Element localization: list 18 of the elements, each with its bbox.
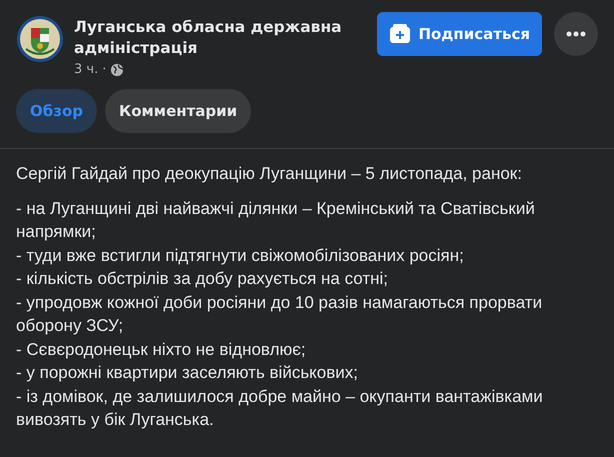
- post-list-item: - у порожні квартири заселяють військових;: [16, 362, 360, 384]
- follow-button[interactable]: Подписаться: [377, 12, 542, 56]
- post-intro: Сергій Гайдай про деокупацію Луганщини – 5 листопада, ранок:: [16, 163, 523, 185]
- more-icon: [566, 31, 586, 37]
- post-list-item: - із домівок, де залишилося добре майно – окупанти вантажівками вивозять у бік Луганська.: [16, 386, 544, 431]
- post-list-item: - туди вже встигли підтягнути свіжомобілізованих росіян;: [16, 244, 465, 266]
- post-time[interactable]: 3 ч.: [74, 62, 98, 77]
- post-list-item: - кількість обстрілів за добу рахується на сотні;: [16, 268, 390, 290]
- more-button[interactable]: [554, 12, 598, 56]
- post-list-item: - Сєвєродонецьк ніхто не відновлює;: [16, 338, 307, 360]
- separator-dot: ·: [102, 62, 106, 77]
- globe-icon: [110, 62, 124, 76]
- page-name[interactable]: Луганська обласна державна адміністрація: [74, 17, 354, 59]
- coat-of-arms-avatar[interactable]: [16, 15, 64, 63]
- tab[interactable]: Комментарии: [104, 89, 252, 133]
- post-list-item: - на Луганщині дві найважчі ділянки – Кремінський та Сватівський напрямки;: [16, 198, 536, 243]
- follow-icon: [389, 24, 412, 44]
- post-list-item: - упродовж кожної доби росіяни до 10 разів намагаються прорвати оборону ЗСУ;: [16, 292, 544, 337]
